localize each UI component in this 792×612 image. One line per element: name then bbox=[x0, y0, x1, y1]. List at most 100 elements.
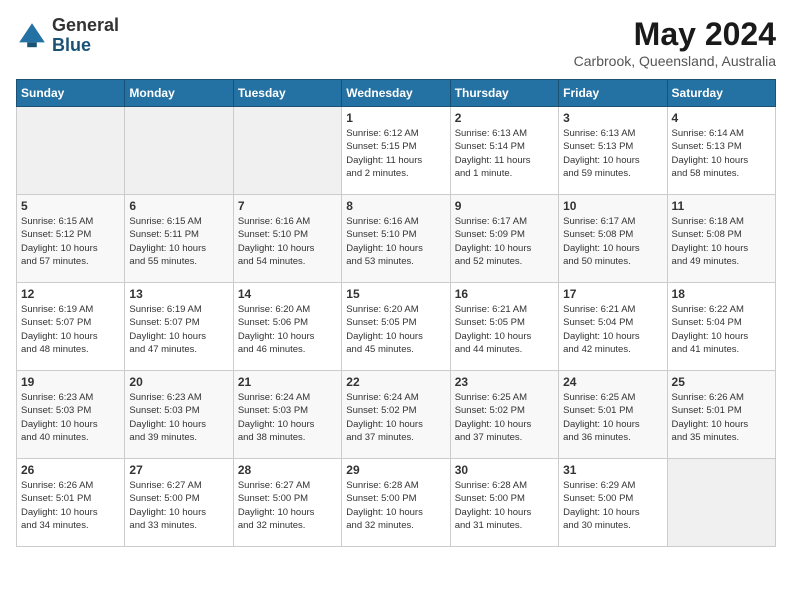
calendar-cell: 2Sunrise: 6:13 AM Sunset: 5:14 PM Daylig… bbox=[450, 107, 558, 195]
header-sunday: Sunday bbox=[17, 80, 125, 107]
day-info: Sunrise: 6:12 AM Sunset: 5:15 PM Dayligh… bbox=[346, 127, 445, 180]
calendar-cell: 13 Sunrise: 6:19 AM Sunset: 5:07 PM Dayli… bbox=[125, 283, 233, 371]
calendar-cell: 5Sunrise: 6:15 AM Sunset: 5:12 PM Daylig… bbox=[17, 195, 125, 283]
day-info: Sunrise: 6:16 AM Sunset: 5:10 PM Dayligh… bbox=[346, 215, 445, 268]
calendar-cell: 31 Sunrise: 6:29 AM Sunset: 5:00 PM Dayli… bbox=[559, 459, 667, 547]
header-tuesday: Tuesday bbox=[233, 80, 341, 107]
calendar-cell bbox=[17, 107, 125, 195]
day-info: Sunrise: 6:23 AM Sunset: 5:03 PM Dayligh… bbox=[21, 391, 120, 444]
day-number: 13 bbox=[129, 287, 228, 301]
day-info: Sunrise: 6:19 AM Sunset: 5:07 PM Dayligh… bbox=[21, 303, 120, 356]
day-info: Sunrise: 6:21 AM Sunset: 5:05 PM Dayligh… bbox=[455, 303, 554, 356]
calendar-cell: 30 Sunrise: 6:28 AM Sunset: 5:00 PM Dayli… bbox=[450, 459, 558, 547]
day-number: 11 bbox=[672, 199, 771, 213]
day-number: 25 bbox=[672, 375, 771, 389]
day-number: 31 bbox=[563, 463, 662, 477]
calendar-cell: 29Sunrise: 6:28 AM Sunset: 5:00 PM Dayli… bbox=[342, 459, 450, 547]
day-number: 19 bbox=[21, 375, 120, 389]
day-number: 28 bbox=[238, 463, 337, 477]
calendar-cell: 28 Sunrise: 6:27 AM Sunset: 5:00 PM Dayli… bbox=[233, 459, 341, 547]
calendar-cell: 17 Sunrise: 6:21 AM Sunset: 5:04 PM Dayli… bbox=[559, 283, 667, 371]
calendar-cell: 25 Sunrise: 6:26 AM Sunset: 5:01 PM Dayli… bbox=[667, 371, 775, 459]
day-info: Sunrise: 6:18 AM Sunset: 5:08 PM Dayligh… bbox=[672, 215, 771, 268]
week-row-0: 1 Sunrise: 6:12 AM Sunset: 5:15 PM Daylig… bbox=[17, 107, 776, 195]
day-number: 1 bbox=[346, 111, 445, 125]
day-info: Sunrise: 6:15 AM Sunset: 5:12 PM Dayligh… bbox=[21, 215, 120, 268]
day-number: 6 bbox=[129, 199, 228, 213]
header-friday: Friday bbox=[559, 80, 667, 107]
day-number: 30 bbox=[455, 463, 554, 477]
day-number: 12 bbox=[21, 287, 120, 301]
calendar-cell: 11 Sunrise: 6:18 AM Sunset: 5:08 PM Dayli… bbox=[667, 195, 775, 283]
day-number: 15 bbox=[346, 287, 445, 301]
month-year: May 2024 bbox=[574, 16, 776, 53]
calendar-cell: 1 Sunrise: 6:12 AM Sunset: 5:15 PM Daylig… bbox=[342, 107, 450, 195]
day-info: Sunrise: 6:28 AM Sunset: 5:00 PM Dayligh… bbox=[455, 479, 554, 532]
calendar-cell: 27Sunrise: 6:27 AM Sunset: 5:00 PM Dayli… bbox=[125, 459, 233, 547]
calendar-cell: 14 Sunrise: 6:20 AM Sunset: 5:06 PM Dayli… bbox=[233, 283, 341, 371]
calendar-cell bbox=[125, 107, 233, 195]
day-number: 21 bbox=[238, 375, 337, 389]
day-number: 26 bbox=[21, 463, 120, 477]
day-info: Sunrise: 6:25 AM Sunset: 5:01 PM Dayligh… bbox=[563, 391, 662, 444]
calendar-table: SundayMondayTuesdayWednesdayThursdayFrid… bbox=[16, 79, 776, 547]
header-row: SundayMondayTuesdayWednesdayThursdayFrid… bbox=[17, 80, 776, 107]
day-number: 24 bbox=[563, 375, 662, 389]
calendar-cell: 19 Sunrise: 6:23 AM Sunset: 5:03 PM Dayli… bbox=[17, 371, 125, 459]
day-info: Sunrise: 6:21 AM Sunset: 5:04 PM Dayligh… bbox=[563, 303, 662, 356]
day-info: Sunrise: 6:13 AM Sunset: 5:13 PM Dayligh… bbox=[563, 127, 662, 180]
location: Carbrook, Queensland, Australia bbox=[574, 53, 776, 69]
calendar-cell: 12 Sunrise: 6:19 AM Sunset: 5:07 PM Dayli… bbox=[17, 283, 125, 371]
calendar-cell: 10Sunrise: 6:17 AM Sunset: 5:08 PM Dayli… bbox=[559, 195, 667, 283]
day-info: Sunrise: 6:26 AM Sunset: 5:01 PM Dayligh… bbox=[672, 391, 771, 444]
calendar-cell: 16 Sunrise: 6:21 AM Sunset: 5:05 PM Dayli… bbox=[450, 283, 558, 371]
calendar-cell: 22Sunrise: 6:24 AM Sunset: 5:02 PM Dayli… bbox=[342, 371, 450, 459]
day-info: Sunrise: 6:20 AM Sunset: 5:06 PM Dayligh… bbox=[238, 303, 337, 356]
day-number: 8 bbox=[346, 199, 445, 213]
day-number: 7 bbox=[238, 199, 337, 213]
day-info: Sunrise: 6:14 AM Sunset: 5:13 PM Dayligh… bbox=[672, 127, 771, 180]
logo-icon bbox=[16, 20, 48, 52]
day-info: Sunrise: 6:19 AM Sunset: 5:07 PM Dayligh… bbox=[129, 303, 228, 356]
calendar-cell: 26Sunrise: 6:26 AM Sunset: 5:01 PM Dayli… bbox=[17, 459, 125, 547]
calendar-cell: 4Sunrise: 6:14 AM Sunset: 5:13 PM Daylig… bbox=[667, 107, 775, 195]
day-info: Sunrise: 6:25 AM Sunset: 5:02 PM Dayligh… bbox=[455, 391, 554, 444]
calendar-cell: 24 Sunrise: 6:25 AM Sunset: 5:01 PM Dayli… bbox=[559, 371, 667, 459]
day-number: 23 bbox=[455, 375, 554, 389]
week-row-2: 12 Sunrise: 6:19 AM Sunset: 5:07 PM Dayli… bbox=[17, 283, 776, 371]
day-number: 2 bbox=[455, 111, 554, 125]
day-number: 3 bbox=[563, 111, 662, 125]
day-info: Sunrise: 6:15 AM Sunset: 5:11 PM Dayligh… bbox=[129, 215, 228, 268]
day-number: 14 bbox=[238, 287, 337, 301]
day-number: 18 bbox=[672, 287, 771, 301]
day-info: Sunrise: 6:16 AM Sunset: 5:10 PM Dayligh… bbox=[238, 215, 337, 268]
day-number: 22 bbox=[346, 375, 445, 389]
page-header: General Blue May 2024 Carbrook, Queensla… bbox=[16, 16, 776, 69]
logo-general: General bbox=[52, 16, 119, 36]
calendar-cell: 7 Sunrise: 6:16 AM Sunset: 5:10 PM Daylig… bbox=[233, 195, 341, 283]
day-info: Sunrise: 6:29 AM Sunset: 5:00 PM Dayligh… bbox=[563, 479, 662, 532]
calendar-cell: 23 Sunrise: 6:25 AM Sunset: 5:02 PM Dayli… bbox=[450, 371, 558, 459]
day-info: Sunrise: 6:17 AM Sunset: 5:08 PM Dayligh… bbox=[563, 215, 662, 268]
logo: General Blue bbox=[16, 16, 119, 56]
calendar-cell: 15 Sunrise: 6:20 AM Sunset: 5:05 PM Dayli… bbox=[342, 283, 450, 371]
day-info: Sunrise: 6:20 AM Sunset: 5:05 PM Dayligh… bbox=[346, 303, 445, 356]
day-info: Sunrise: 6:23 AM Sunset: 5:03 PM Dayligh… bbox=[129, 391, 228, 444]
calendar-cell bbox=[667, 459, 775, 547]
week-row-1: 5Sunrise: 6:15 AM Sunset: 5:12 PM Daylig… bbox=[17, 195, 776, 283]
day-number: 16 bbox=[455, 287, 554, 301]
logo-text: General Blue bbox=[52, 16, 119, 56]
day-info: Sunrise: 6:27 AM Sunset: 5:00 PM Dayligh… bbox=[129, 479, 228, 532]
day-number: 29 bbox=[346, 463, 445, 477]
day-number: 9 bbox=[455, 199, 554, 213]
calendar-header: SundayMondayTuesdayWednesdayThursdayFrid… bbox=[17, 80, 776, 107]
day-info: Sunrise: 6:27 AM Sunset: 5:00 PM Dayligh… bbox=[238, 479, 337, 532]
calendar-cell: 18 Sunrise: 6:22 AM Sunset: 5:04 PM Dayli… bbox=[667, 283, 775, 371]
header-monday: Monday bbox=[125, 80, 233, 107]
day-number: 17 bbox=[563, 287, 662, 301]
header-thursday: Thursday bbox=[450, 80, 558, 107]
calendar-body: 1 Sunrise: 6:12 AM Sunset: 5:15 PM Daylig… bbox=[17, 107, 776, 547]
day-number: 20 bbox=[129, 375, 228, 389]
day-info: Sunrise: 6:22 AM Sunset: 5:04 PM Dayligh… bbox=[672, 303, 771, 356]
calendar-cell: 8 Sunrise: 6:16 AM Sunset: 5:10 PM Daylig… bbox=[342, 195, 450, 283]
